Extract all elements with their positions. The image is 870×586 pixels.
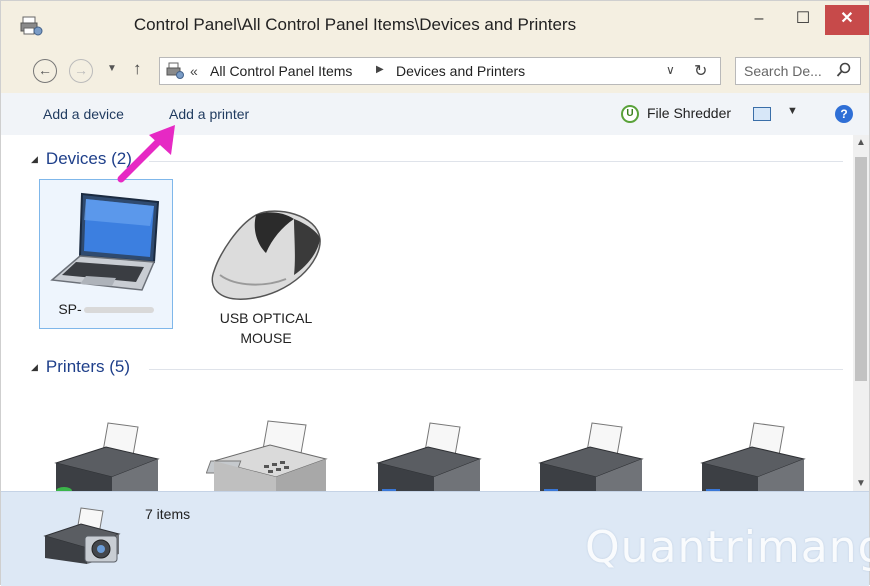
- laptop-icon: [50, 192, 160, 291]
- annotation-arrow-icon: [117, 125, 175, 183]
- address-overflow-chevron[interactable]: «: [190, 63, 198, 79]
- vertical-scrollbar[interactable]: ▲ ▼: [853, 135, 869, 491]
- printer-icon: [54, 422, 160, 491]
- scroll-up-icon[interactable]: ▲: [853, 137, 869, 148]
- close-button[interactable]: ✕: [825, 5, 869, 35]
- scroll-down-icon[interactable]: ▼: [853, 478, 869, 489]
- fax-icon: [205, 420, 328, 491]
- breadcrumb-all-control-panel-items[interactable]: All Control Panel Items: [210, 63, 352, 79]
- printers-group-header[interactable]: ◢ Printers (5): [31, 357, 130, 377]
- device-label: SP-: [40, 299, 172, 319]
- address-bar[interactable]: « All Control Panel Items ▶ Devices and …: [159, 57, 721, 85]
- devices-and-printers-window: Control Panel\All Control Panel Items\De…: [0, 0, 870, 586]
- window-title: Control Panel\All Control Panel Items\De…: [133, 15, 577, 34]
- redacted-name: [83, 307, 154, 314]
- add-device-button[interactable]: Add a device: [43, 106, 124, 122]
- maximize-button[interactable]: ☐: [781, 5, 825, 35]
- up-button[interactable]: ↑: [133, 59, 142, 79]
- group-divider: [149, 161, 843, 162]
- minimize-button[interactable]: –: [737, 5, 781, 35]
- printer-tile[interactable]: [363, 419, 497, 491]
- search-box[interactable]: Search De...: [735, 57, 861, 85]
- printer-tile[interactable]: [41, 419, 175, 491]
- forward-button[interactable]: →: [69, 59, 93, 83]
- watermark: Quantrimang: [585, 522, 870, 573]
- file-shredder-icon: U: [621, 105, 639, 123]
- printer-devices-icon: [166, 62, 184, 79]
- file-shredder-label: File Shredder: [647, 105, 732, 121]
- device-tile-laptop[interactable]: SP-: [39, 179, 173, 329]
- breadcrumb-separator-icon[interactable]: ▶: [376, 64, 384, 75]
- scrollbar-thumb[interactable]: [855, 157, 867, 381]
- change-view-icon[interactable]: [753, 107, 771, 121]
- content-pane: ◢ Devices (2) SP- USB OPTICAL MOUSE ◢ Pr…: [1, 135, 853, 491]
- address-dropdown-icon[interactable]: ∨: [666, 63, 675, 77]
- printers-group-title: Printers (5): [45, 357, 130, 376]
- item-count: 7 items: [145, 506, 191, 522]
- refresh-icon[interactable]: ↻: [694, 61, 707, 81]
- collapse-triangle-icon[interactable]: ◢: [31, 154, 38, 164]
- details-pane: 7 items Quantrimang: [1, 491, 870, 586]
- search-placeholder: Search De...: [744, 63, 822, 79]
- printer-icon: [538, 422, 644, 491]
- printer-icon: [700, 422, 806, 491]
- help-icon[interactable]: ?: [835, 105, 853, 123]
- breadcrumb-devices-and-printers[interactable]: Devices and Printers: [396, 63, 525, 79]
- search-icon[interactable]: [836, 62, 852, 78]
- device-label: USB OPTICAL MOUSE: [219, 310, 313, 346]
- printer-tile[interactable]: [525, 419, 659, 491]
- collapse-triangle-icon[interactable]: ◢: [31, 362, 38, 372]
- back-button[interactable]: ←: [33, 59, 57, 83]
- group-divider: [149, 369, 843, 370]
- device-tile-mouse[interactable]: USB OPTICAL MOUSE: [199, 205, 333, 346]
- title-bar[interactable]: Control Panel\All Control Panel Items\De…: [1, 1, 869, 49]
- device-label-text: SP-: [58, 301, 82, 317]
- printer-icon: [376, 422, 482, 491]
- devices-and-printers-icon: [43, 507, 121, 564]
- navigation-bar: ← → ▼ ↑ « All Control Panel Items ▶ Devi…: [1, 49, 869, 94]
- view-options-dropdown-icon[interactable]: ▼: [787, 105, 798, 117]
- fax-tile[interactable]: [201, 419, 335, 491]
- recent-locations-chevron-icon[interactable]: ▼: [107, 63, 117, 74]
- printer-tile[interactable]: [687, 419, 821, 491]
- mouse-icon: [211, 210, 321, 300]
